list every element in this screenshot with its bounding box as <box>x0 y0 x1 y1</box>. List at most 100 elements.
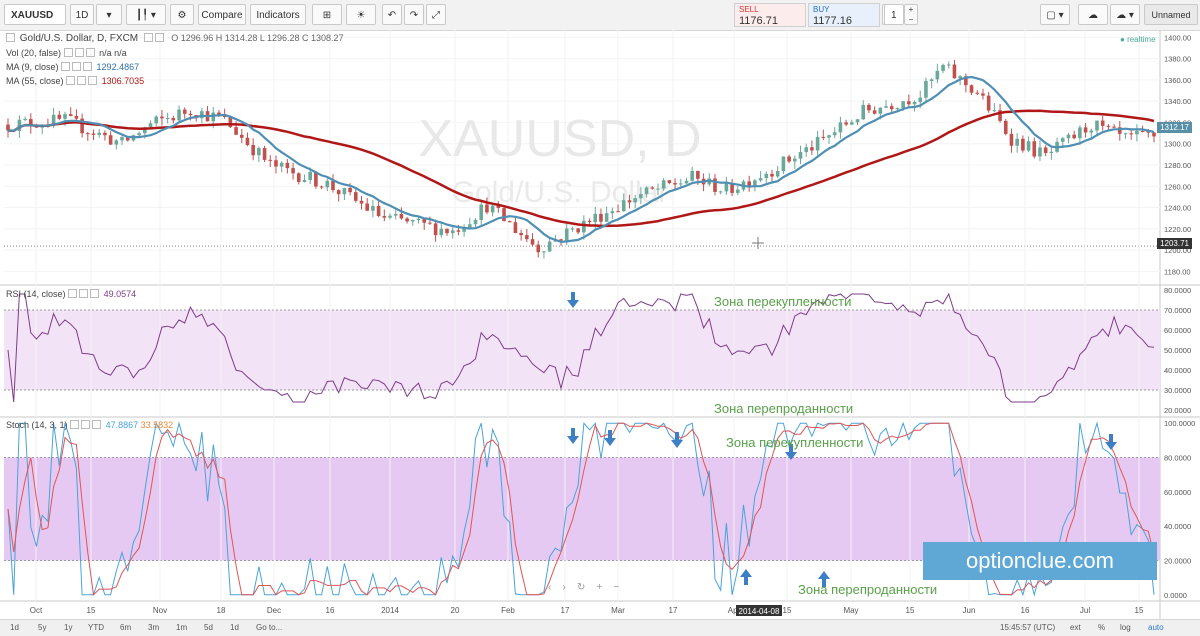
time-label: 15 <box>1135 606 1144 615</box>
candle-body <box>348 188 352 193</box>
ideas-button[interactable]: ☀ <box>346 4 376 25</box>
candle-body <box>570 228 575 230</box>
candle-body <box>325 180 330 188</box>
candle-body <box>576 228 580 233</box>
range-ytd[interactable]: YTD <box>88 623 104 632</box>
lightbulb-icon: ☀ <box>356 10 366 21</box>
buy-button[interactable]: BUY 1177.16 <box>808 3 880 27</box>
candle-body <box>604 213 609 222</box>
close-icon[interactable] <box>90 289 100 298</box>
candle-body <box>929 79 934 82</box>
candle-body <box>1015 138 1019 146</box>
settings-icon[interactable] <box>81 420 91 429</box>
log-toggle[interactable]: log <box>1120 623 1131 632</box>
auto-toggle[interactable]: auto <box>1148 623 1164 632</box>
interval-dropdown[interactable]: ▾ <box>96 4 122 25</box>
candle-body <box>639 194 643 199</box>
eye-icon[interactable] <box>66 76 76 85</box>
load-cloud-button[interactable]: ☁ <box>1078 4 1108 25</box>
eye-icon[interactable] <box>70 420 80 429</box>
sell-button[interactable]: SELL 1176.71 <box>734 3 806 27</box>
indicators-button[interactable]: Indicators <box>250 4 306 25</box>
range-1m[interactable]: 1m <box>176 623 187 632</box>
close-icon[interactable] <box>92 420 102 429</box>
price-tick: 1300.00 <box>1164 140 1191 149</box>
gear-icon: ⚙ <box>177 10 187 21</box>
chart-canvas[interactable]: XAUUSD, D Gold/U.S. Dollar Oct 15 Nov 18 Dec… <box>0 30 1200 619</box>
price-tick: 1240.00 <box>1164 204 1191 213</box>
time-label: 17 <box>561 606 570 615</box>
ma55-label: MA (55, close) <box>6 76 64 86</box>
quantity-input[interactable]: 1 <box>884 4 904 25</box>
candle-body <box>684 180 689 184</box>
candle-body <box>1003 120 1008 134</box>
settings-icon[interactable] <box>74 48 84 57</box>
rsi-tick: 80.0000 <box>1164 286 1191 295</box>
last-price-tag: 1312.17 <box>1157 122 1192 133</box>
reset-button[interactable]: ↻ <box>577 582 585 593</box>
candle-body <box>1021 138 1025 151</box>
range-1d[interactable]: 1d <box>10 623 19 632</box>
candle-body <box>872 110 877 114</box>
eye-icon[interactable] <box>61 62 71 71</box>
redo-button[interactable]: ↷ <box>404 4 424 25</box>
fullscreen-button[interactable]: ⤢ <box>426 4 446 25</box>
candle-body <box>735 189 740 193</box>
candle-body <box>918 97 923 102</box>
range-5d[interactable]: 5d <box>204 623 213 632</box>
candle-body <box>1152 132 1156 137</box>
settings-button[interactable]: ⚙ <box>170 4 194 25</box>
eye-icon[interactable] <box>68 289 78 298</box>
collapse-icon[interactable] <box>6 33 15 42</box>
symbol-input[interactable]: XAUUSD <box>4 4 66 25</box>
range-1d-2[interactable]: 1d <box>230 623 239 632</box>
zoom-out-button[interactable]: − <box>613 582 619 593</box>
rsi-value: 49.0574 <box>103 289 137 299</box>
candle-body <box>770 173 774 177</box>
ext-toggle[interactable]: ext <box>1070 623 1081 632</box>
save-cloud-button[interactable]: ☁ ▾ <box>1110 4 1140 25</box>
percent-toggle[interactable]: % <box>1098 623 1105 632</box>
chart-style-button[interactable]: ┃╿ ▾ <box>126 4 166 25</box>
close-icon[interactable] <box>88 76 98 85</box>
zoom-in-button[interactable]: + <box>596 582 602 593</box>
candle-body <box>941 64 945 71</box>
candle-body <box>279 162 284 167</box>
buy-price: 1177.16 <box>813 15 852 27</box>
scroll-left-button[interactable]: ‹ <box>548 582 551 593</box>
settings-icon[interactable] <box>77 76 87 85</box>
layout-name[interactable]: Unnamed <box>1144 4 1198 25</box>
range-6m[interactable]: 6m <box>120 623 131 632</box>
candle-body <box>821 136 826 138</box>
settings-icon[interactable] <box>79 289 89 298</box>
scroll-right-button[interactable]: › <box>562 582 565 593</box>
range-5y[interactable]: 5y <box>38 623 46 632</box>
visibility-icon[interactable] <box>154 33 164 42</box>
add-alert-button[interactable]: ⊞ <box>312 4 342 25</box>
goto-button[interactable]: Go to... <box>256 623 282 632</box>
range-3m[interactable]: 3m <box>148 623 159 632</box>
interval-button[interactable]: 1D <box>70 4 94 25</box>
candle-body <box>86 133 90 135</box>
stoch-tick: 60.0000 <box>1164 488 1191 497</box>
vol-label: Vol (20, false) <box>6 48 62 58</box>
time-label: 20 <box>451 606 460 615</box>
layout-button[interactable]: ▢ ▾ <box>1040 4 1070 25</box>
compare-button[interactable]: Compare <box>198 4 246 25</box>
close-icon[interactable] <box>83 62 93 71</box>
time-label: Jun <box>963 606 976 615</box>
candle-body <box>855 119 860 123</box>
bottom-bar: 1d 5y 1y YTD 6m 3m 1m 5d 1d Go to... 15:… <box>0 619 1200 636</box>
candle-body <box>468 224 472 228</box>
settings-icon[interactable] <box>72 62 82 71</box>
close-icon[interactable] <box>85 48 95 57</box>
quantity-stepper[interactable]: + − <box>904 4 918 25</box>
settings-icon[interactable] <box>143 33 153 42</box>
undo-button[interactable]: ↶ <box>382 4 402 25</box>
eye-icon[interactable] <box>63 48 73 57</box>
candle-body <box>781 156 786 172</box>
rsi-label: RSI (14, close) <box>6 289 66 299</box>
range-1y[interactable]: 1y <box>64 623 72 632</box>
candle-body <box>1038 147 1042 157</box>
chart-area[interactable]: XAUUSD, D Gold/U.S. Dollar Oct 15 Nov 18 Dec… <box>0 30 1200 619</box>
